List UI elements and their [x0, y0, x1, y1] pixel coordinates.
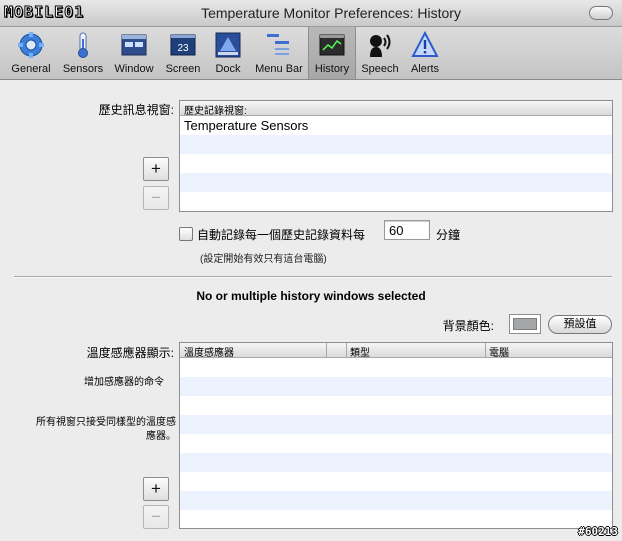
corner-tag: #60213 [578, 525, 618, 538]
table-row-empty [180, 377, 612, 396]
background-color-label: 背景顏色: [442, 319, 494, 333]
sensors-table-header: 溫度感應器 類型 電腦 [180, 343, 612, 359]
history-windows-label: 歷史訊息視窗: [98, 103, 174, 117]
column-sensor[interactable]: 溫度感應器 [184, 344, 234, 359]
add-sensor-hint: 增加感應器的命令 [84, 377, 164, 388]
background-color-well[interactable] [509, 314, 541, 334]
autosave-unit-label: 分鐘 [436, 228, 461, 242]
history-table-header: 歷史記錄視窗: [180, 101, 612, 117]
gear-icon [18, 32, 44, 58]
toolbar-alerts[interactable]: Alerts [404, 27, 446, 79]
column-divider [346, 343, 347, 357]
toolbar-menu-bar-label: Menu Bar [255, 63, 303, 75]
toolbar-menu-bar[interactable]: Menu Bar [250, 27, 308, 79]
toolbar-sensors-label: Sensors [62, 63, 104, 75]
table-row-empty [180, 173, 612, 192]
table-row-empty [180, 510, 612, 529]
toolbar-window-label: Window [114, 63, 154, 75]
sensor-type-note-line1: 所有視窗只接受同樣型的溫度感 [36, 417, 176, 428]
history-pane: 歷史訊息視窗: 歷史記錄視窗: Temperature Sensors + − … [0, 80, 622, 541]
thermometer-icon [78, 32, 88, 58]
screen-icon: 23 [170, 34, 196, 56]
remove-history-window-button[interactable]: − [143, 186, 169, 210]
toolbar-window[interactable]: Window [108, 27, 160, 79]
toolbar-dock[interactable]: Dock [206, 27, 250, 79]
toolbar-dock-label: Dock [215, 63, 241, 75]
speech-icon [370, 34, 391, 57]
toolbar-sensors[interactable]: Sensors [58, 27, 108, 79]
table-row[interactable]: Temperature Sensors [180, 116, 612, 135]
selection-status-message: No or multiple history windows selected [196, 289, 426, 303]
remove-sensor-button[interactable]: − [143, 505, 169, 529]
default-color-button[interactable]: 預設值 [548, 315, 612, 334]
window-title: Temperature Monitor Preferences: History [201, 5, 461, 21]
section-divider [14, 276, 612, 278]
column-divider [326, 343, 327, 357]
autosave-minutes-field[interactable]: 60 [384, 220, 430, 240]
title-bar: MOBILE01 Temperature Monitor Preferences… [0, 0, 622, 27]
history-column-header[interactable]: 歷史記錄視窗: [184, 102, 247, 117]
column-type[interactable]: 類型 [350, 344, 370, 359]
window-icon [121, 34, 147, 56]
history-window-name: Temperature Sensors [184, 118, 309, 133]
toolbar-screen-label: Screen [165, 63, 201, 75]
table-row-empty [180, 491, 612, 510]
table-row-empty [180, 358, 612, 377]
history-windows-table[interactable]: 歷史記錄視窗: Temperature Sensors [179, 100, 613, 212]
table-row-empty [180, 434, 612, 453]
alert-icon [411, 31, 439, 57]
toolbar-alerts-label: Alerts [410, 63, 440, 75]
toolbar-screen[interactable]: 23 Screen [160, 27, 206, 79]
table-row-empty [180, 135, 612, 154]
autosave-note: (設定開始有效只有這台電腦) [200, 254, 327, 265]
dock-icon [215, 32, 241, 58]
toolbar-history[interactable]: History [308, 27, 356, 79]
column-divider [485, 343, 486, 357]
toolbar-general[interactable]: General [4, 27, 58, 79]
autosave-label: 自動記錄每一個歷史記錄資料每 [197, 228, 366, 242]
sensor-type-note-line2: 應器。 [146, 431, 176, 442]
table-row-empty [180, 472, 612, 491]
add-history-window-button[interactable]: + [143, 157, 169, 181]
svg-text:23: 23 [177, 43, 189, 54]
sensors-table[interactable]: 溫度感應器 類型 電腦 [179, 342, 613, 529]
autosave-checkbox[interactable] [179, 227, 193, 241]
table-row-empty [180, 396, 612, 415]
column-computer[interactable]: 電腦 [489, 344, 509, 359]
table-row-empty [180, 154, 612, 173]
toolbar-speech[interactable]: Speech [355, 27, 405, 79]
table-row-empty [180, 415, 612, 434]
toolbar-toggle-button[interactable] [589, 6, 613, 20]
menu-bar-icon [267, 34, 289, 55]
background-color-swatch [513, 318, 537, 330]
history-icon [319, 34, 345, 56]
add-sensor-button[interactable]: + [143, 477, 169, 501]
preferences-toolbar: General Sensors Window 23 Screen Dock Me… [0, 27, 622, 80]
table-row-empty [180, 192, 612, 211]
table-row-empty [180, 453, 612, 472]
toolbar-general-label: General [11, 63, 51, 75]
toolbar-speech-label: Speech [361, 63, 399, 75]
sensors-display-label: 溫度感應器顯示: [86, 346, 174, 360]
toolbar-history-label: History [314, 63, 350, 75]
